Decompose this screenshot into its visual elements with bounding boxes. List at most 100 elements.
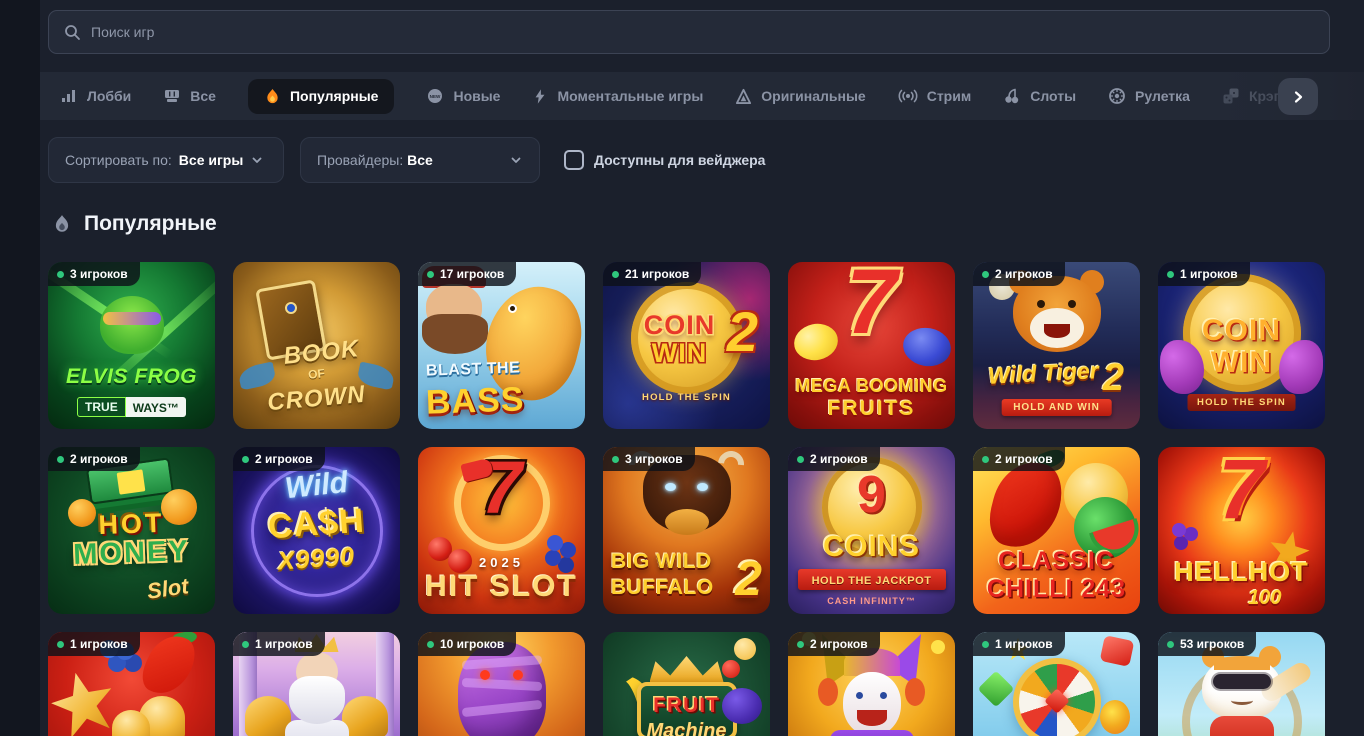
online-dot (1167, 271, 1174, 278)
tab-instant-games[interactable]: Моментальные игры (532, 88, 703, 105)
game-subtitle: HOLD AND WIN (1001, 399, 1112, 416)
coin-shape (734, 638, 756, 660)
players-badge: 10 игроков (418, 632, 516, 656)
players-badge: 1 игроков (973, 632, 1065, 656)
game-tile-wild-cash-x9990[interactable]: 2 игроков Wild CA$H X9990 (233, 447, 400, 614)
tabs-scroll-right-button[interactable] (1278, 78, 1318, 115)
online-dot (797, 641, 804, 648)
frog-shape (100, 296, 164, 354)
lobby-icon (60, 87, 78, 105)
tab-roulette[interactable]: Рулетка (1108, 87, 1190, 105)
game-title-line: HELLHOT (1158, 557, 1325, 588)
game-tile-coin-win-2[interactable]: 21 игроков COIN WIN 2 HOLD THE SPIN (603, 262, 770, 429)
tab-new[interactable]: NEW Новые (426, 87, 500, 105)
game-title-line: 2 (1103, 359, 1124, 397)
game-tile-9-coins[interactable]: 2 игроков 9 COINS HOLD THE JACKPOT CASH … (788, 447, 955, 614)
tab-stream[interactable]: Стрим (898, 87, 971, 105)
providers-value: Все (407, 152, 433, 168)
game-tile-wild-tiger-2[interactable]: 2 игроков Wild Tiger 2 HOLD AND WIN (973, 262, 1140, 429)
game-tile-elvis-frog-trueways[interactable]: 3 игроков ELVIS FROG TRUEWAYS™ (48, 262, 215, 429)
originals-logo-icon (735, 88, 752, 105)
tab-originals[interactable]: Оригинальные (735, 88, 865, 105)
game-title-line: MEGA BOOMING (788, 376, 955, 397)
online-dot (427, 271, 434, 278)
game-tile-fruit-machine[interactable]: FRUIT Machine (603, 632, 770, 736)
sort-dropdown[interactable]: Сортировать по: Все игры (48, 137, 284, 183)
game-tile-blast-the-bass[interactable]: 17 игроков BLAST THE BASS (418, 262, 585, 429)
game-tile-fortune-tiger-cat[interactable]: 53 игроков FORTUNE (1158, 632, 1325, 736)
players-badge: 2 игроков (973, 447, 1065, 471)
tab-all[interactable]: Все (163, 87, 216, 105)
candy-shape (1100, 700, 1130, 734)
players-badge: 3 игроков (603, 447, 695, 471)
game-tile-coin-win[interactable]: 1 игроков COIN WIN HOLD THE SPIN (1158, 262, 1325, 429)
cherries-icon (1003, 87, 1021, 105)
art-shape (830, 730, 914, 736)
armor-shape (342, 696, 388, 736)
art-shape (103, 312, 161, 325)
art-shape (1037, 300, 1045, 308)
broadcast-icon (898, 87, 918, 105)
art-shape (1068, 300, 1076, 308)
providers-dropdown[interactable]: Провайдеры: Все (300, 137, 540, 183)
game-tile-2025-hit-slot[interactable]: 7 2025 HIT SLOT (418, 447, 585, 614)
art-shape (1231, 696, 1253, 705)
search-bar[interactable] (48, 10, 1330, 54)
game-subtitle: HOLD THE JACKPOT (788, 575, 955, 587)
game-art: BOOK OF CROWN (233, 262, 400, 429)
online-dot (242, 641, 249, 648)
game-tile-candy-bonanza[interactable]: 1 игроков (973, 632, 1140, 736)
game-tile-classic-chilli-243[interactable]: 2 игроков CLASSIC CHILLI 243 (973, 447, 1140, 614)
wager-checkbox[interactable] (564, 150, 584, 170)
game-art: 7 2025 HIT SLOT (418, 447, 585, 614)
search-icon (63, 23, 81, 41)
crown-shape (650, 656, 724, 682)
wager-checkbox-label: Доступны для вейджера (594, 152, 765, 168)
lightning-icon (532, 88, 548, 105)
art-shape (880, 692, 887, 699)
online-dot (612, 271, 619, 278)
game-tile-mega-booming-fruits[interactable]: 7 MEGA BOOMING FRUITS (788, 262, 955, 429)
game-title-line: BASS (425, 380, 525, 422)
chevron-down-icon (509, 153, 523, 167)
players-badge: 1 игроков (48, 632, 140, 656)
art-shape (422, 314, 488, 354)
players-badge: 1 игроков (233, 632, 325, 656)
art-shape (856, 692, 863, 699)
game-title-line: WIN (1158, 346, 1325, 380)
game-art: 7 MEGA BOOMING FRUITS (788, 262, 955, 429)
game-title-line: BLAST THE (426, 359, 521, 380)
game-tile-zeus[interactable]: 1 игроков (233, 632, 400, 736)
game-tile-mummyland[interactable]: 10 игроков MUMMYLAND (418, 632, 585, 736)
game-subtitle: HOLD THE SPIN (1187, 394, 1296, 411)
wager-filter[interactable]: Доступны для вейджера (564, 150, 765, 170)
game-tile-book-of-crown[interactable]: BOOK OF CROWN (233, 262, 400, 429)
art-shape (1044, 324, 1070, 338)
games-grid: 3 игроков ELVIS FROG TRUEWAYS™ BOOK OF C… (48, 262, 1325, 736)
game-tile-big-wild-buffalo-2[interactable]: 3 игроков BIG WILD BUFFALO 2 (603, 447, 770, 614)
cherry-shape (722, 660, 740, 678)
game-tile-hot-money-slot[interactable]: 2 игроков HOT MONEY Slot (48, 447, 215, 614)
art-shape (818, 678, 838, 706)
online-dot (57, 271, 64, 278)
flame-icon (264, 88, 281, 105)
roulette-wheel-icon (1108, 87, 1126, 105)
tab-label: Оригинальные (761, 88, 865, 104)
tab-lobby[interactable]: Лобби (60, 87, 131, 105)
art-shape (665, 483, 676, 491)
search-input[interactable] (91, 24, 1315, 40)
game-art: Wild CA$H X9990 (233, 447, 400, 614)
game-title-line: 2 (735, 556, 762, 604)
svg-text:NEW: NEW (430, 94, 441, 99)
tab-slots[interactable]: Слоты (1003, 87, 1076, 105)
tab-popular[interactable]: Популярные (248, 79, 394, 114)
game-tile-hot-bells[interactable]: 1 игроков Hot (48, 632, 215, 736)
game-title-line: COIN (1158, 314, 1325, 348)
game-tile-hell-hot-100[interactable]: 7 HELLHOT 100 (1158, 447, 1325, 614)
game-title-line: MONEY (48, 534, 215, 573)
tab-label: Лобби (87, 88, 131, 104)
tab-label: Новые (453, 88, 500, 104)
game-tile-joker[interactable]: 2 игроков (788, 632, 955, 736)
game-art: HOT MONEY Slot (48, 447, 215, 614)
section-title: Популярные (84, 212, 217, 236)
